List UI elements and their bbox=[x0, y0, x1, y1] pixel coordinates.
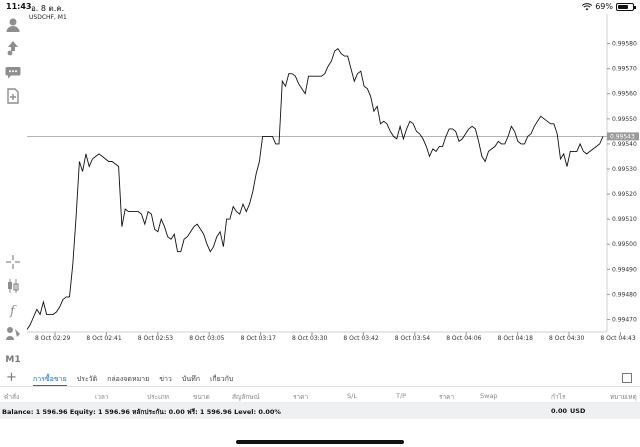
tab-3[interactable]: ข่าว bbox=[159, 374, 172, 386]
y-tick-label: 0.99550 bbox=[612, 116, 637, 123]
x-tick-label: 8 Oct 03:30 bbox=[292, 335, 327, 342]
x-tick-label: 8 Oct 02:29 bbox=[35, 335, 70, 342]
crosshair-icon[interactable] bbox=[4, 253, 22, 271]
layout-icon[interactable] bbox=[622, 373, 632, 383]
y-tick-label: 0.99560 bbox=[612, 91, 637, 98]
wifi-icon bbox=[582, 2, 593, 10]
x-tick-label: 8 Oct 04:06 bbox=[446, 335, 481, 342]
column-header[interactable]: Swap bbox=[480, 392, 498, 400]
x-tick-label: 8 Oct 02:53 bbox=[138, 335, 173, 342]
timeframe-button[interactable]: M1 bbox=[4, 351, 22, 369]
price-chart[interactable]: 0.99543 0.99580 0.99570 0.99560 0.99550 0.99… bbox=[27, 14, 640, 370]
symbol-label: USDCHF, M1 bbox=[29, 14, 67, 21]
column-header[interactable]: กำไร bbox=[551, 392, 565, 402]
account-icon[interactable] bbox=[4, 16, 22, 34]
column-header[interactable]: เวลา bbox=[95, 392, 109, 402]
tab-2[interactable]: กล่องจดหมาย bbox=[107, 374, 149, 386]
column-header[interactable]: สัญลักษณ์ bbox=[232, 392, 260, 402]
x-tick-label: 8 Oct 04:18 bbox=[498, 335, 533, 342]
y-tick-label: 0.99540 bbox=[612, 141, 637, 148]
left-toolbar: f M1 bbox=[0, 14, 27, 365]
x-tick-label: 8 Oct 04:43 bbox=[600, 335, 635, 342]
terminal-tabs: การซื้อขาย ประวัติ กล่องจดหมาย ข่าว บันทึก เก… bbox=[33, 374, 233, 386]
trade-icon[interactable] bbox=[4, 39, 22, 57]
tab-5[interactable]: เกี่ยวกับ bbox=[210, 374, 233, 386]
add-icon[interactable]: + bbox=[6, 370, 17, 386]
column-header[interactable]: ราคา bbox=[439, 392, 454, 402]
tab-4[interactable]: บันทึก bbox=[182, 374, 200, 386]
x-tick-label: 8 Oct 03:54 bbox=[395, 335, 430, 342]
total-profit: 0.00 bbox=[551, 407, 568, 415]
battery-fill bbox=[618, 4, 628, 9]
battery-icon bbox=[616, 2, 636, 11]
current-price-label: 0.99543 bbox=[610, 134, 635, 141]
objects-icon[interactable] bbox=[4, 324, 22, 342]
column-header[interactable]: T/P bbox=[396, 392, 406, 400]
y-tick-label: 0.99530 bbox=[612, 166, 637, 173]
function-icon[interactable]: f bbox=[4, 301, 22, 319]
y-tick-label: 0.99510 bbox=[612, 216, 637, 223]
chart-area[interactable]: 0.99543 0.99580 0.99570 0.99560 0.99550 0.99… bbox=[27, 14, 640, 344]
x-tick-label: 8 Oct 04:30 bbox=[549, 335, 584, 342]
svg-text:f: f bbox=[9, 304, 17, 318]
status-time: 11:43 bbox=[6, 2, 32, 11]
status-bar: 11:43 อ. 8 ต.ค. 69% bbox=[0, 0, 640, 14]
column-header[interactable]: S/L bbox=[347, 392, 357, 400]
y-tick-label: 0.99500 bbox=[612, 241, 637, 248]
terminal-tabs-bar: + การซื้อขาย ประวัติ กล่องจดหมาย ข่าว บันทึก… bbox=[0, 370, 640, 387]
y-tick-label: 0.99570 bbox=[612, 66, 637, 73]
x-tick-label: 8 Oct 03:42 bbox=[343, 335, 378, 342]
tab-0[interactable]: การซื้อขาย bbox=[33, 374, 67, 386]
x-tick-label: 8 Oct 03:05 bbox=[189, 335, 224, 342]
column-header[interactable]: ประเภท bbox=[147, 392, 169, 402]
chat-icon[interactable] bbox=[4, 63, 22, 81]
x-tick-label: 8 Oct 03:17 bbox=[241, 335, 276, 342]
y-tick-label: 0.99470 bbox=[612, 316, 637, 323]
y-tick-label: 0.99580 bbox=[612, 41, 637, 48]
x-tick-label: 8 Oct 02:41 bbox=[86, 335, 121, 342]
column-header[interactable]: หมายเหตุ bbox=[610, 392, 637, 402]
tab-1[interactable]: ประวัติ bbox=[77, 374, 97, 386]
price-series-line bbox=[27, 47, 604, 330]
new-order-icon[interactable] bbox=[4, 87, 22, 105]
column-header[interactable]: ขนาด bbox=[193, 392, 210, 402]
account-currency: USD bbox=[570, 407, 586, 415]
balance-summary: Balance: 1 596.96 Equity: 1 596.96 หลักป… bbox=[2, 408, 281, 416]
table-header: คำสั่ง เวลา ประเภท ขนาด สัญลักษณ์ ราคา S/L T/P ร… bbox=[0, 388, 640, 403]
status-right: 69% bbox=[582, 2, 636, 11]
home-indicator[interactable] bbox=[236, 440, 404, 444]
column-header[interactable]: คำสั่ง bbox=[4, 392, 19, 402]
column-header[interactable]: ราคา bbox=[293, 392, 308, 402]
balance-bar: Balance: 1 596.96 Equity: 1 596.96 หลักป… bbox=[0, 403, 640, 419]
y-tick-label: 0.99490 bbox=[612, 266, 637, 273]
y-tick-label: 0.99520 bbox=[612, 191, 637, 198]
battery-percent: 69% bbox=[595, 2, 613, 11]
y-tick-label: 0.99480 bbox=[612, 291, 637, 298]
indicators-icon[interactable] bbox=[4, 277, 22, 295]
